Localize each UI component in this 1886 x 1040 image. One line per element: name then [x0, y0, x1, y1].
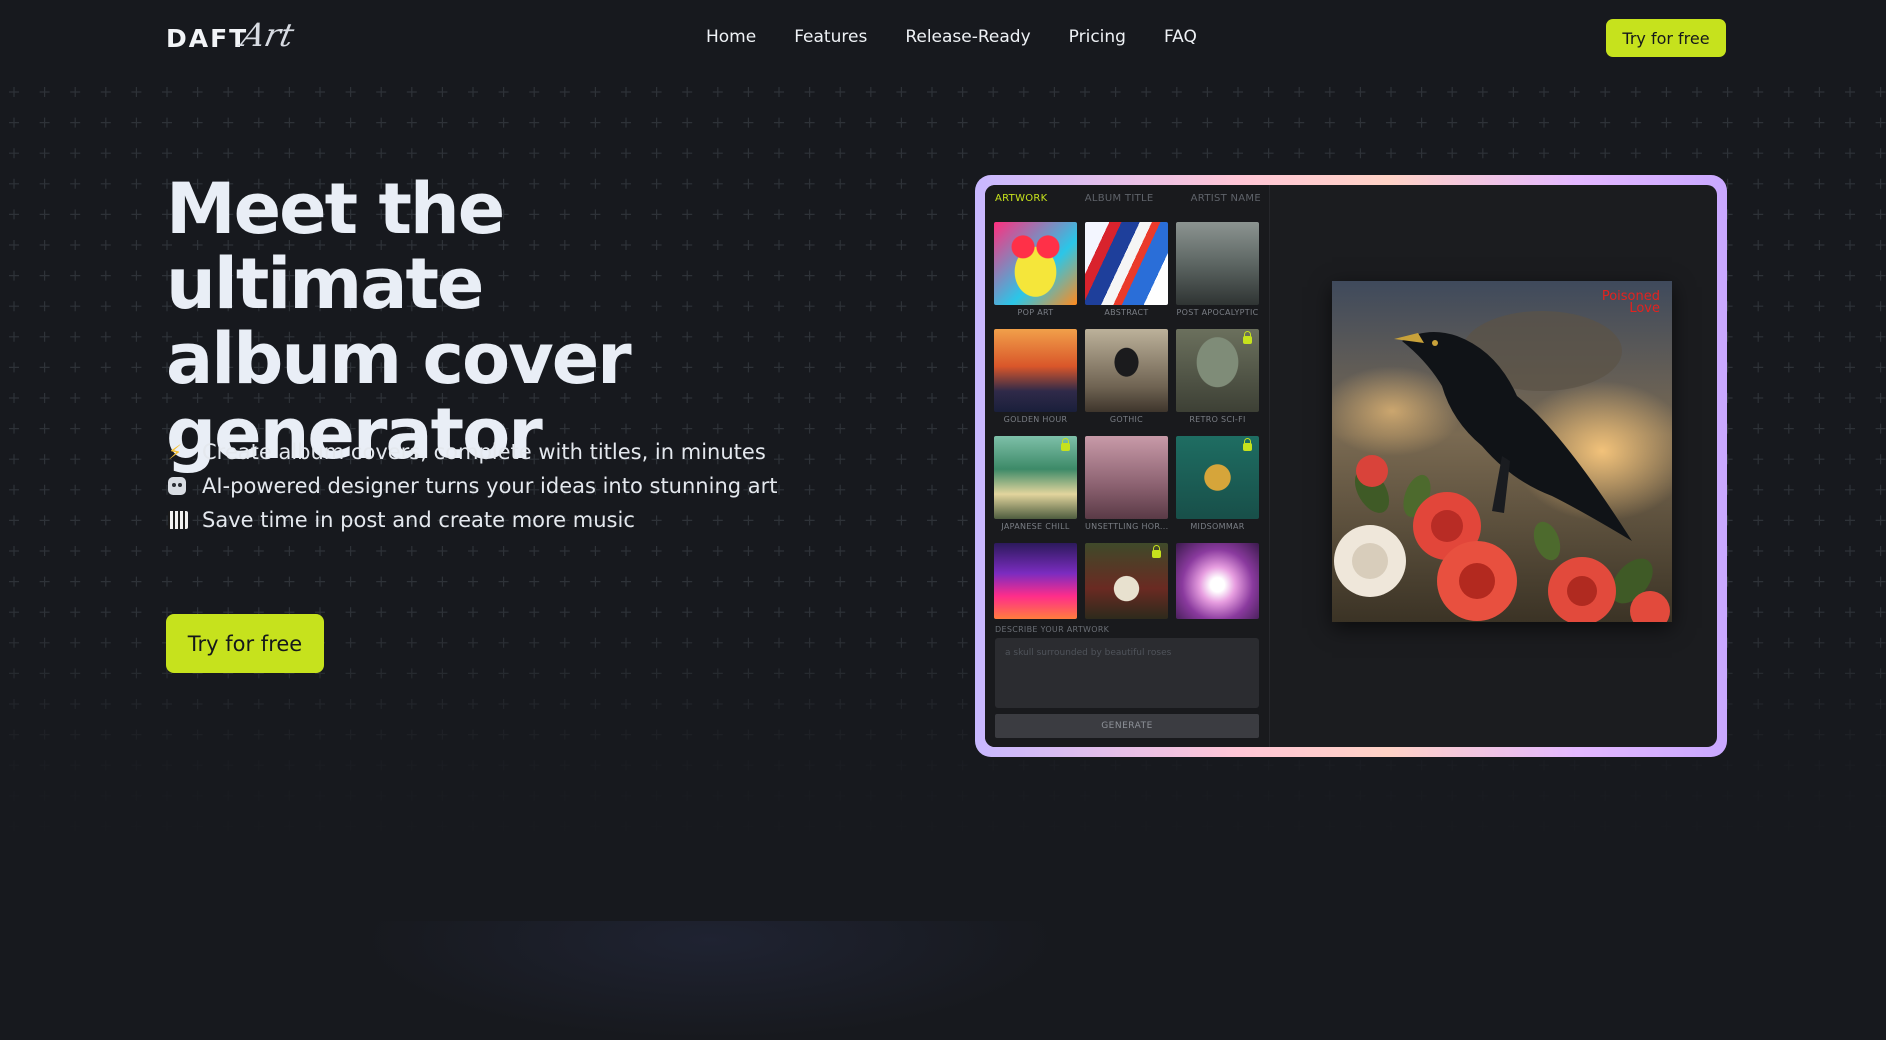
- feature-text: Create album covers, complete with title…: [202, 440, 766, 464]
- nav-link-pricing[interactable]: Pricing: [1069, 27, 1126, 47]
- album-cover-title-line: Love: [1629, 301, 1660, 316]
- tab-artist-name[interactable]: ARTIST NAME: [1191, 193, 1261, 204]
- style-label: MIDSOMMAR: [1190, 522, 1245, 531]
- style-panel: ARTWORK ALBUM TITLE ARTIST NAME POP ART …: [985, 185, 1270, 747]
- tab-album-title[interactable]: ALBUM TITLE: [1085, 193, 1154, 204]
- style-option-japanese-chill[interactable]: JAPANESE CHILL: [994, 436, 1077, 541]
- piano-icon: [168, 511, 188, 529]
- style-option-skull-roses[interactable]: [1085, 543, 1168, 619]
- style-label: POST APOCALYPTIC: [1176, 308, 1259, 317]
- style-option-gothic[interactable]: GOTHIC: [1085, 329, 1168, 434]
- style-thumbnail: [994, 329, 1077, 412]
- feature-list: ⚡ Create album covers, complete with tit…: [168, 435, 778, 537]
- style-thumbnail: [994, 222, 1077, 305]
- logo-script: Art: [238, 16, 298, 54]
- app-preview: ARTWORK ALBUM TITLE ARTIST NAME POP ART …: [975, 175, 1727, 757]
- lock-icon: [1243, 331, 1252, 344]
- describe-artwork-label: DESCRIBE YOUR ARTWORK: [995, 625, 1110, 634]
- top-nav: DAFT Art Home Features Release-Ready Pri…: [0, 0, 1886, 76]
- style-thumbnail: [1085, 329, 1168, 412]
- style-option-abstract[interactable]: ABSTRACT: [1085, 222, 1168, 327]
- hero-title: Meet the ultimate album cover generator: [166, 172, 826, 472]
- style-grid: POP ART ABSTRACT POST APOCALYPTIC GOLDEN…: [994, 222, 1259, 619]
- brand-logo[interactable]: DAFT Art: [166, 16, 298, 60]
- hero-title-line: Meet the ultimate: [166, 168, 505, 325]
- style-label: ABSTRACT: [1104, 308, 1149, 317]
- style-thumbnail: [994, 543, 1077, 619]
- style-thumbnail: [1176, 222, 1259, 305]
- tab-artwork[interactable]: ARTWORK: [995, 193, 1048, 204]
- style-thumbnail: [1085, 543, 1168, 619]
- lock-icon: [1243, 438, 1252, 451]
- hero-try-for-free-button[interactable]: Try for free: [166, 614, 324, 673]
- style-option-post-apocalyptic[interactable]: POST APOCALYPTIC: [1176, 222, 1259, 327]
- style-thumbnail: [1176, 329, 1259, 412]
- style-thumbnail: [1085, 436, 1168, 519]
- style-option-midsommar[interactable]: MIDSOMMAR: [1176, 436, 1259, 541]
- album-cover-art: [1332, 281, 1672, 622]
- logo-wordmark: DAFT: [166, 23, 249, 53]
- style-label: GOLDEN HOUR: [1003, 415, 1068, 424]
- style-option-retro-sci-fi[interactable]: RETRO SCI-FI: [1176, 329, 1259, 434]
- nav-try-for-free-button[interactable]: Try for free: [1606, 19, 1726, 57]
- nav-link-features[interactable]: Features: [794, 27, 867, 47]
- generate-button[interactable]: GENERATE: [995, 714, 1259, 738]
- style-label: GOTHIC: [1109, 415, 1144, 424]
- style-label: UNSETTLING HOR...: [1085, 522, 1168, 531]
- style-thumbnail: [1176, 543, 1259, 619]
- lightning-icon: ⚡: [168, 440, 183, 464]
- nav-link-home[interactable]: Home: [706, 27, 756, 47]
- style-option-ethereal[interactable]: [1176, 543, 1259, 619]
- feature-item: ⚡ Create album covers, complete with tit…: [168, 435, 778, 469]
- album-cover-title: Poisoned Love: [1602, 290, 1660, 316]
- app-window: ARTWORK ALBUM TITLE ARTIST NAME POP ART …: [985, 185, 1717, 747]
- nav-link-faq[interactable]: FAQ: [1164, 27, 1197, 47]
- style-label: POP ART: [1017, 308, 1054, 317]
- feature-item: AI-powered designer turns your ideas int…: [168, 469, 778, 503]
- lock-icon: [1061, 438, 1070, 451]
- nav-links: Home Features Release-Ready Pricing FAQ: [706, 27, 1197, 47]
- hero-title-line: album cover: [166, 318, 632, 400]
- cover-preview-panel: Poisoned Love: [1270, 185, 1717, 747]
- style-option-neon-city[interactable]: [994, 543, 1077, 619]
- feature-text: AI-powered designer turns your ideas int…: [202, 474, 778, 498]
- robot-icon: [168, 477, 186, 495]
- style-thumbnail: [1176, 436, 1259, 519]
- style-thumbnail: [1085, 222, 1168, 305]
- lock-icon: [1152, 545, 1161, 558]
- style-option-pop-art[interactable]: POP ART: [994, 222, 1077, 327]
- style-label: JAPANESE CHILL: [1001, 522, 1070, 531]
- style-option-golden-hour[interactable]: GOLDEN HOUR: [994, 329, 1077, 434]
- album-cover-preview: Poisoned Love: [1332, 281, 1672, 622]
- style-label: RETRO SCI-FI: [1189, 415, 1246, 424]
- feature-item: Save time in post and create more music: [168, 503, 778, 537]
- describe-artwork-input[interactable]: [995, 638, 1259, 708]
- style-option-unsettling-horror[interactable]: UNSETTLING HOR...: [1085, 436, 1168, 541]
- feature-text: Save time in post and create more music: [202, 508, 635, 532]
- nav-link-release-ready[interactable]: Release-Ready: [905, 27, 1030, 47]
- style-thumbnail: [994, 436, 1077, 519]
- panel-tabs: ARTWORK ALBUM TITLE ARTIST NAME: [995, 193, 1261, 204]
